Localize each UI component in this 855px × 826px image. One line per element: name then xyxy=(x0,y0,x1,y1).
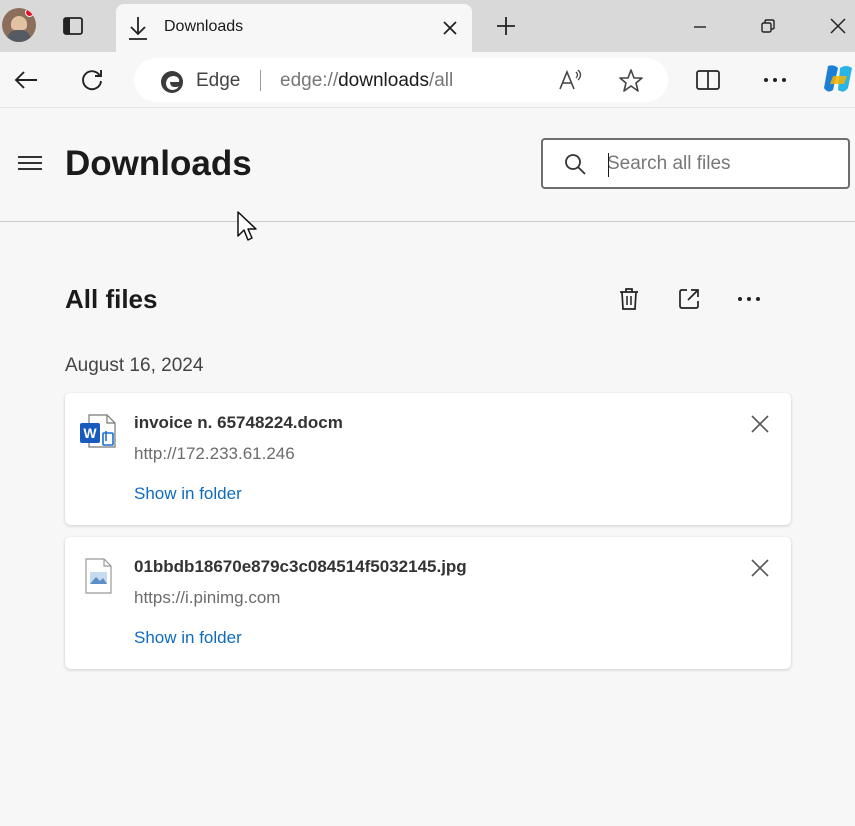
file-source-url[interactable]: http://172.233.61.246 xyxy=(134,444,295,464)
svg-text:W: W xyxy=(83,425,97,441)
clear-all-button[interactable] xyxy=(612,282,646,316)
star-icon xyxy=(619,69,643,92)
trash-icon xyxy=(620,288,638,310)
close-icon xyxy=(830,18,846,34)
tab-actions-icon xyxy=(63,17,83,35)
show-in-folder-link[interactable]: Show in folder xyxy=(134,484,242,504)
word-doc-icon: W xyxy=(80,414,116,448)
page-title: Downloads xyxy=(65,144,252,183)
copilot-button[interactable] xyxy=(820,60,855,98)
search-icon xyxy=(565,154,586,175)
remove-from-list-button[interactable] xyxy=(745,553,775,583)
close-window-button[interactable] xyxy=(818,10,855,42)
refresh-button[interactable] xyxy=(74,62,110,98)
notification-dot xyxy=(25,8,34,17)
read-aloud-icon xyxy=(559,69,582,90)
url-path: /all xyxy=(428,70,454,91)
arrow-left-icon xyxy=(14,71,37,89)
favorite-button[interactable] xyxy=(618,68,644,99)
url-text: edge://downloads/all xyxy=(280,70,453,92)
plus-icon xyxy=(497,17,515,35)
file-name[interactable]: invoice n. 65748224.docm xyxy=(134,413,343,433)
edge-logo-icon xyxy=(161,71,183,93)
url-scheme: edge:// xyxy=(280,70,339,91)
close-icon xyxy=(751,415,769,433)
tab-title: Downloads xyxy=(164,18,244,35)
url-host: downloads xyxy=(338,70,429,91)
download-item: W invoice n. 65748224.docm http://172.23… xyxy=(65,393,791,525)
search-box[interactable] xyxy=(541,138,850,189)
image-file-icon xyxy=(85,558,112,594)
close-icon xyxy=(751,559,769,577)
open-downloads-folder-button[interactable] xyxy=(672,282,706,316)
open-external-icon xyxy=(679,289,699,309)
site-identity-label: Edge xyxy=(196,70,241,91)
restore-button[interactable] xyxy=(748,10,788,42)
split-screen-icon xyxy=(696,70,720,90)
browser-toolbar: Edge edge://downloads/all xyxy=(0,52,855,108)
downloads-header: Downloads xyxy=(0,108,855,222)
read-aloud-button[interactable] xyxy=(558,68,584,98)
more-horizontal-icon xyxy=(738,297,760,301)
restore-icon xyxy=(761,19,775,33)
refresh-icon xyxy=(82,70,102,91)
text-caret xyxy=(608,153,609,177)
download-icon xyxy=(129,17,147,40)
minimize-icon xyxy=(694,26,706,28)
address-bar[interactable]: Edge edge://downloads/all xyxy=(134,58,668,102)
close-tab-button[interactable] xyxy=(438,16,462,40)
show-in-folder-link[interactable]: Show in folder xyxy=(134,628,242,648)
mouse-cursor-icon xyxy=(237,211,257,241)
close-icon xyxy=(443,21,457,35)
file-source-url[interactable]: https://i.pinimg.com xyxy=(134,588,280,608)
more-options-button[interactable] xyxy=(732,282,766,316)
settings-more-button[interactable] xyxy=(757,62,793,98)
split-screen-button[interactable] xyxy=(690,62,726,98)
back-button[interactable] xyxy=(8,62,44,98)
menu-button[interactable] xyxy=(18,152,46,176)
profile-avatar[interactable] xyxy=(2,8,36,42)
more-horizontal-icon xyxy=(764,78,786,82)
copilot-icon xyxy=(824,65,852,92)
address-separator xyxy=(260,70,261,91)
file-name[interactable]: 01bbdb18670e879c3c084514f5032145.jpg xyxy=(134,557,467,577)
minimize-button[interactable] xyxy=(680,10,720,42)
section-title: All files xyxy=(65,284,158,314)
tab-actions-button[interactable] xyxy=(56,10,90,42)
date-group-label: August 16, 2024 xyxy=(65,355,204,376)
remove-from-list-button[interactable] xyxy=(745,409,775,439)
search-input[interactable] xyxy=(607,152,837,176)
tab-strip: Downloads xyxy=(0,0,855,52)
tab-downloads[interactable]: Downloads xyxy=(116,4,472,52)
new-tab-button[interactable] xyxy=(490,12,522,40)
download-item: 01bbdb18670e879c3c084514f5032145.jpg htt… xyxy=(65,537,791,669)
